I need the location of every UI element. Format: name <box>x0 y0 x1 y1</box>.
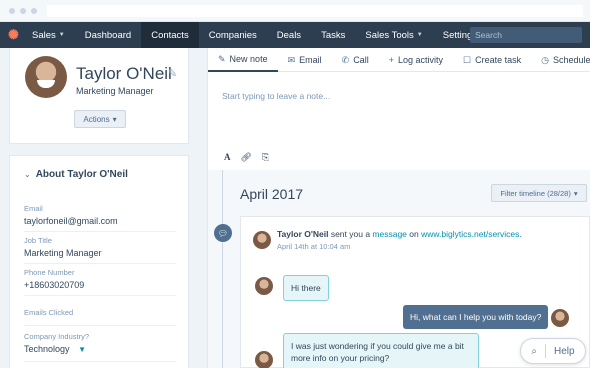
nav-sales[interactable]: Sales ▼ <box>22 22 75 48</box>
nav-deals[interactable]: Deals <box>267 22 311 48</box>
tab-label: Log activity <box>397 55 443 65</box>
caret-down-icon: ▼ <box>78 345 86 354</box>
filter-timeline-button[interactable]: Filter timeline (28/28) ▾ <box>491 184 587 202</box>
filter-label: Filter timeline (28/28) <box>500 188 571 198</box>
field-label: Phone Number <box>24 268 75 277</box>
about-section: ⌄ About Taylor O'Neil Email taylorfoneil… <box>9 155 189 368</box>
field-value: Marketing Manager <box>24 248 102 258</box>
nav-dashboard[interactable]: Dashboard <box>75 22 141 48</box>
divider <box>545 344 547 358</box>
close-dot[interactable] <box>9 8 15 14</box>
clock-icon: ◷ <box>541 54 549 65</box>
link-icon[interactable]: 🔗︎ <box>241 152 252 163</box>
field-value: taylorfoneil@gmail.com <box>24 216 118 226</box>
tab-schedule[interactable]: ◷ Schedule <box>531 48 590 72</box>
chat-icon: 💬︎ <box>214 224 232 242</box>
field-label: Emails Clicked <box>24 308 74 317</box>
actions-label: Actions <box>83 114 110 124</box>
field-label: Company Industry? <box>24 332 90 341</box>
field-company-industry[interactable]: Company Industry? Technology ▼ <box>24 332 176 362</box>
maximize-dot[interactable] <box>31 8 37 14</box>
top-nav: ✺ Sales ▼ Dashboard Contacts Companies D… <box>0 22 590 48</box>
activity-composer: ✎ New note ✉ Email ✆ Call + Log activity… <box>207 48 590 170</box>
contact-profile-card: Taylor O'Neil ✎ Marketing Manager Action… <box>9 48 189 144</box>
chevron-down-icon: ▾ <box>573 188 578 198</box>
nav-tasks[interactable]: Tasks <box>311 22 355 48</box>
chevron-down-icon: ▼ <box>58 32 65 38</box>
composer-tabs: ✎ New note ✉ Email ✆ Call + Log activity… <box>208 48 590 72</box>
field-value: +18603020709 <box>24 280 85 290</box>
help-label: Help <box>554 345 575 357</box>
tab-label: Call <box>353 55 369 65</box>
field-label: Email <box>24 204 43 213</box>
chevron-down-icon: ▼ <box>416 32 423 38</box>
avatar <box>551 309 569 327</box>
event-actor[interactable]: Taylor O'Neil <box>277 229 328 239</box>
event-action: sent you a <box>328 229 373 239</box>
tab-email[interactable]: ✉ Email <box>278 48 332 72</box>
tab-label: New note <box>229 54 268 64</box>
task-icon: ☐ <box>463 54 472 65</box>
address-bar[interactable] <box>47 5 583 17</box>
pencil-icon: ✎ <box>218 53 226 64</box>
event-timestamp: April 14th at 10:04 am <box>277 242 351 251</box>
search-input[interactable]: Search <box>470 27 582 43</box>
avatar <box>253 231 271 249</box>
timeline-month: April 2017 <box>240 186 304 202</box>
chat-message-in: I was just wondering if you could give m… <box>283 333 479 368</box>
timeline-line <box>222 170 223 368</box>
help-button[interactable]: ⌕ Help <box>520 338 586 364</box>
field-label: Job Title <box>24 236 52 245</box>
nav-sales-label: Sales <box>32 29 56 41</box>
field-phone[interactable]: Phone Number +18603020709 <box>24 268 176 296</box>
hubspot-logo-icon[interactable]: ✺ <box>8 28 22 42</box>
avatar <box>255 277 273 295</box>
event-summary: Taylor O'Neil sent you a message on www.… <box>277 229 522 239</box>
text-format-icon[interactable]: A <box>224 152 231 163</box>
industry-select[interactable]: Technology ▼ <box>24 344 176 354</box>
avatar <box>255 351 273 368</box>
about-heading-label: About Taylor O'Neil <box>35 169 128 180</box>
tab-call[interactable]: ✆ Call <box>332 48 379 72</box>
field-job-title[interactable]: Job Title Marketing Manager <box>24 236 176 264</box>
industry-value: Technology <box>24 344 70 354</box>
message-link[interactable]: message <box>372 229 407 239</box>
contact-role: Marketing Manager <box>76 86 154 96</box>
phone-icon: ✆ <box>341 54 350 65</box>
tab-log-activity[interactable]: + Log activity <box>379 48 453 72</box>
chat-message-in: Hi there <box>283 275 329 301</box>
event-mid: on <box>406 229 422 239</box>
note-input[interactable]: Start typing to leave a note... <box>222 91 330 101</box>
nav-sales-tools[interactable]: Sales Tools ▼ <box>355 22 432 48</box>
envelope-icon: ✉ <box>287 54 296 65</box>
app-window: ✺ Sales ▼ Dashboard Contacts Companies D… <box>0 0 590 368</box>
search-icon: ⌕ <box>531 345 538 357</box>
browser-chrome <box>0 0 590 22</box>
tab-label: Email <box>299 55 322 65</box>
avatar <box>25 56 67 98</box>
about-heading[interactable]: ⌄ About Taylor O'Neil <box>24 169 128 180</box>
tab-create-task[interactable]: ☐ Create task <box>453 48 531 72</box>
nav-sales-tools-label: Sales Tools <box>365 29 414 41</box>
plus-icon: + <box>388 55 394 65</box>
window-controls <box>9 8 37 14</box>
chevron-down-icon: ⌄ <box>24 170 31 179</box>
nav-contacts[interactable]: Contacts <box>141 22 199 48</box>
chat-message-out: Hi, what can I help you with today? <box>403 305 549 329</box>
actions-button[interactable]: Actions ▾ <box>74 110 126 128</box>
field-emails-clicked[interactable]: Emails Clicked <box>24 308 176 326</box>
tab-label: Create task <box>475 55 522 65</box>
attachment-icon[interactable]: ⎘ <box>262 152 269 163</box>
tab-new-note[interactable]: ✎ New note <box>208 48 278 72</box>
page-url-link[interactable]: www.biglytics.net/services. <box>421 229 522 239</box>
field-email[interactable]: Email taylorfoneil@gmail.com <box>24 204 176 232</box>
tab-label: Schedule <box>552 55 590 65</box>
pencil-icon[interactable]: ✎ <box>168 67 177 80</box>
contact-name: Taylor O'Neil <box>76 64 172 83</box>
format-toolbar: A 🔗︎ ⎘ <box>224 152 269 163</box>
minimize-dot[interactable] <box>20 8 26 14</box>
chevron-down-icon: ▾ <box>112 114 117 124</box>
nav-companies[interactable]: Companies <box>199 22 267 48</box>
